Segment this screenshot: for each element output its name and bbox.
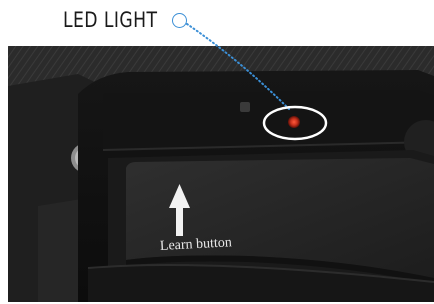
header: LED LIGHT bbox=[0, 0, 434, 42]
led-light-label: LED LIGHT bbox=[63, 8, 158, 32]
product-photo bbox=[8, 46, 434, 302]
led-light bbox=[288, 116, 300, 128]
callout-circle-icon bbox=[172, 13, 187, 28]
photo-scene bbox=[8, 46, 434, 302]
